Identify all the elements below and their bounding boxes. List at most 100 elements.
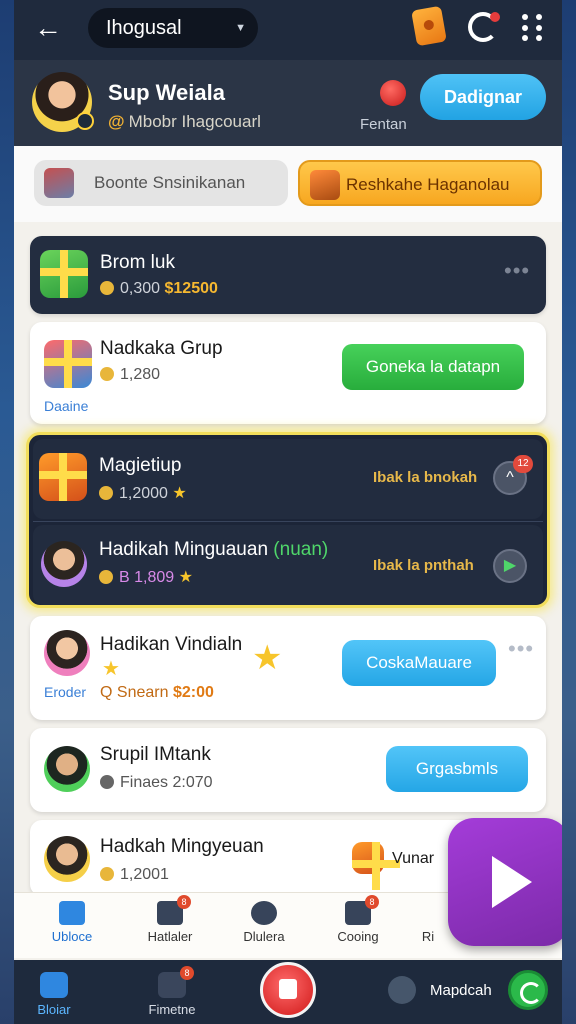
user-avatar bbox=[44, 746, 90, 792]
amount-value: 1,280 bbox=[120, 366, 161, 383]
card-tag: Ibak la pnthah bbox=[373, 557, 474, 574]
list-item-card-6[interactable]: Srupil IMtank Finaes 2:070 Grgasbmls bbox=[30, 728, 546, 812]
card-title: Srupil IMtank bbox=[100, 744, 211, 765]
card-title-text: Hadikah Minguauan bbox=[99, 539, 269, 560]
card-title: Nadkaka Grup bbox=[100, 338, 223, 359]
gift-icon bbox=[39, 453, 87, 501]
gift-icon bbox=[352, 842, 400, 890]
amount-text: Snearn bbox=[116, 684, 169, 701]
primary-button[interactable]: Dadignar bbox=[420, 74, 546, 120]
search-value: Ihogusal bbox=[106, 17, 182, 39]
action-circle-button[interactable]: ^ 12 bbox=[493, 455, 533, 495]
amount-value: 1,2001 bbox=[120, 866, 169, 883]
card-title: Hadkah Mingyeuan bbox=[100, 836, 264, 857]
star-icon: ★ bbox=[178, 569, 193, 586]
list-item-card-1[interactable]: Brom luk 0,300 $12500 ••• bbox=[30, 236, 546, 314]
avatar[interactable] bbox=[32, 72, 94, 132]
inbox-icon: 8 bbox=[345, 895, 379, 925]
menu-dots-icon[interactable] bbox=[522, 14, 546, 42]
nav-second[interactable]: 8 Fimetne bbox=[142, 966, 202, 1017]
card-amount: Q Snearn $2:00 bbox=[100, 684, 214, 702]
toolbox-icon bbox=[44, 168, 74, 198]
green-action-button[interactable]: Goneka la datapn bbox=[342, 344, 524, 390]
card-amount: 1,2001 bbox=[100, 866, 169, 884]
profile-subtitle: @ Mbobr Ihagcouarl bbox=[108, 112, 261, 132]
gift-icon bbox=[40, 250, 88, 298]
tab-label: Hatlaler bbox=[147, 929, 193, 944]
card-amount: 1,2000 ★ bbox=[99, 483, 187, 503]
profile-icon bbox=[415, 901, 441, 925]
list-item-card-5[interactable]: Hadikan Vindialn ★ ★ Eroder Q Snearn $2:… bbox=[30, 616, 546, 720]
amount-value: B 1,809 bbox=[119, 569, 175, 586]
notification-badge: 8 bbox=[365, 895, 379, 909]
compass-icon[interactable] bbox=[388, 976, 416, 1004]
heart-icon[interactable] bbox=[380, 80, 406, 106]
amount-value: 1,2000 bbox=[119, 485, 168, 502]
at-icon: @ bbox=[108, 112, 125, 131]
coin-icon bbox=[100, 867, 114, 881]
tab-home[interactable]: Ubloce bbox=[22, 901, 122, 944]
list-item-card-2[interactable]: Nadkaka Grup 1,280 Daaine Goneka la data… bbox=[30, 322, 546, 424]
profile-subtitle-text: Mbobr Ihagcouarl bbox=[128, 112, 261, 131]
card-title: Hadikan Vindialn bbox=[100, 634, 243, 655]
card-side-label: Vunar bbox=[392, 850, 435, 867]
card-tag: Daaine bbox=[44, 398, 89, 414]
refresh-icon[interactable] bbox=[508, 970, 548, 1010]
chest-icon bbox=[310, 170, 340, 200]
tab-download[interactable]: Dlulera bbox=[214, 901, 314, 944]
user-avatar bbox=[44, 630, 90, 676]
orange-action-label: Reshkahe Haganolau bbox=[346, 175, 510, 194]
divider bbox=[33, 521, 543, 522]
card-tag: Eroder bbox=[44, 684, 87, 700]
user-avatar bbox=[41, 541, 87, 587]
play-circle-button[interactable]: ▶ bbox=[493, 549, 527, 583]
star-icon: ★ bbox=[102, 658, 120, 680]
tab-label: Dlulera bbox=[243, 929, 285, 944]
search-dropdown[interactable]: Ihogusal ▼ bbox=[88, 8, 258, 48]
download-icon bbox=[251, 901, 277, 925]
coin-icon bbox=[100, 367, 114, 381]
tab-profile[interactable]: Ri bbox=[408, 901, 448, 944]
tab-camera[interactable]: 8 Hatlaler bbox=[120, 895, 220, 944]
notification-badge: 8 bbox=[177, 895, 191, 909]
gold-value: $12500 bbox=[164, 280, 218, 297]
refresh-icon[interactable] bbox=[468, 12, 500, 42]
gold-value: $2:00 bbox=[172, 684, 214, 701]
nav-third[interactable]: Mapdcah bbox=[430, 982, 492, 999]
app-screen: ← Ihogusal ▼ Sup Weiala @ Mbobr Ihagcouar… bbox=[14, 0, 562, 1024]
notification-badge: 8 bbox=[180, 966, 194, 980]
gift-pencil-icon bbox=[44, 340, 92, 388]
coin-icon bbox=[99, 570, 113, 584]
blue-action-button[interactable]: CoskaMauare bbox=[342, 640, 496, 686]
user-avatar bbox=[44, 836, 90, 882]
notification-badge: 12 bbox=[513, 455, 533, 473]
gift-icon[interactable] bbox=[411, 5, 447, 47]
tab-inbox[interactable]: 8 Cooing bbox=[308, 895, 408, 944]
chat-icon: 8 bbox=[158, 966, 194, 998]
amount-value: 0,300 bbox=[120, 280, 161, 297]
amount-prefix: Q bbox=[100, 684, 113, 701]
list-item-card-4[interactable]: Hadikah Minguauan (nuan) B 1,809 ★ Ibak … bbox=[33, 525, 543, 605]
grey-action-button[interactable]: Boonte Snsinikanan bbox=[34, 160, 288, 206]
heart-label: Fentan bbox=[360, 116, 407, 133]
nav-home[interactable]: Bloiar bbox=[24, 972, 84, 1017]
coin-icon bbox=[100, 281, 114, 295]
card-title-extra: (nuan) bbox=[273, 539, 329, 560]
back-arrow-icon[interactable]: ← bbox=[32, 12, 64, 44]
card-amount: B 1,809 ★ bbox=[99, 567, 193, 587]
nav-label: Fimetne bbox=[148, 1002, 196, 1017]
center-action-button[interactable] bbox=[260, 962, 316, 1018]
tab-label: Ri bbox=[421, 929, 435, 944]
verified-badge-icon bbox=[76, 112, 94, 130]
card-amount: Finaes 2:070 bbox=[100, 774, 213, 792]
more-options-icon[interactable]: ••• bbox=[504, 258, 530, 284]
play-button[interactable] bbox=[448, 818, 562, 946]
profile-header: Sup Weiala @ Mbobr Ihagcouarl Fentan Dadi… bbox=[14, 60, 562, 146]
list-item-card-3[interactable]: Magietiup 1,2000 ★ Ibak la bnokah ^ 12 bbox=[33, 439, 543, 519]
orange-action-button[interactable]: Reshkahe Haganolau bbox=[298, 160, 542, 206]
more-options-icon[interactable]: ••• bbox=[508, 636, 534, 662]
blue-action-button[interactable]: Grgasbmls bbox=[386, 746, 528, 792]
home-icon bbox=[59, 901, 85, 925]
action-bar: Boonte Snsinikanan Reshkahe Haganolau bbox=[14, 146, 562, 222]
profile-name: Sup Weiala bbox=[108, 80, 225, 105]
